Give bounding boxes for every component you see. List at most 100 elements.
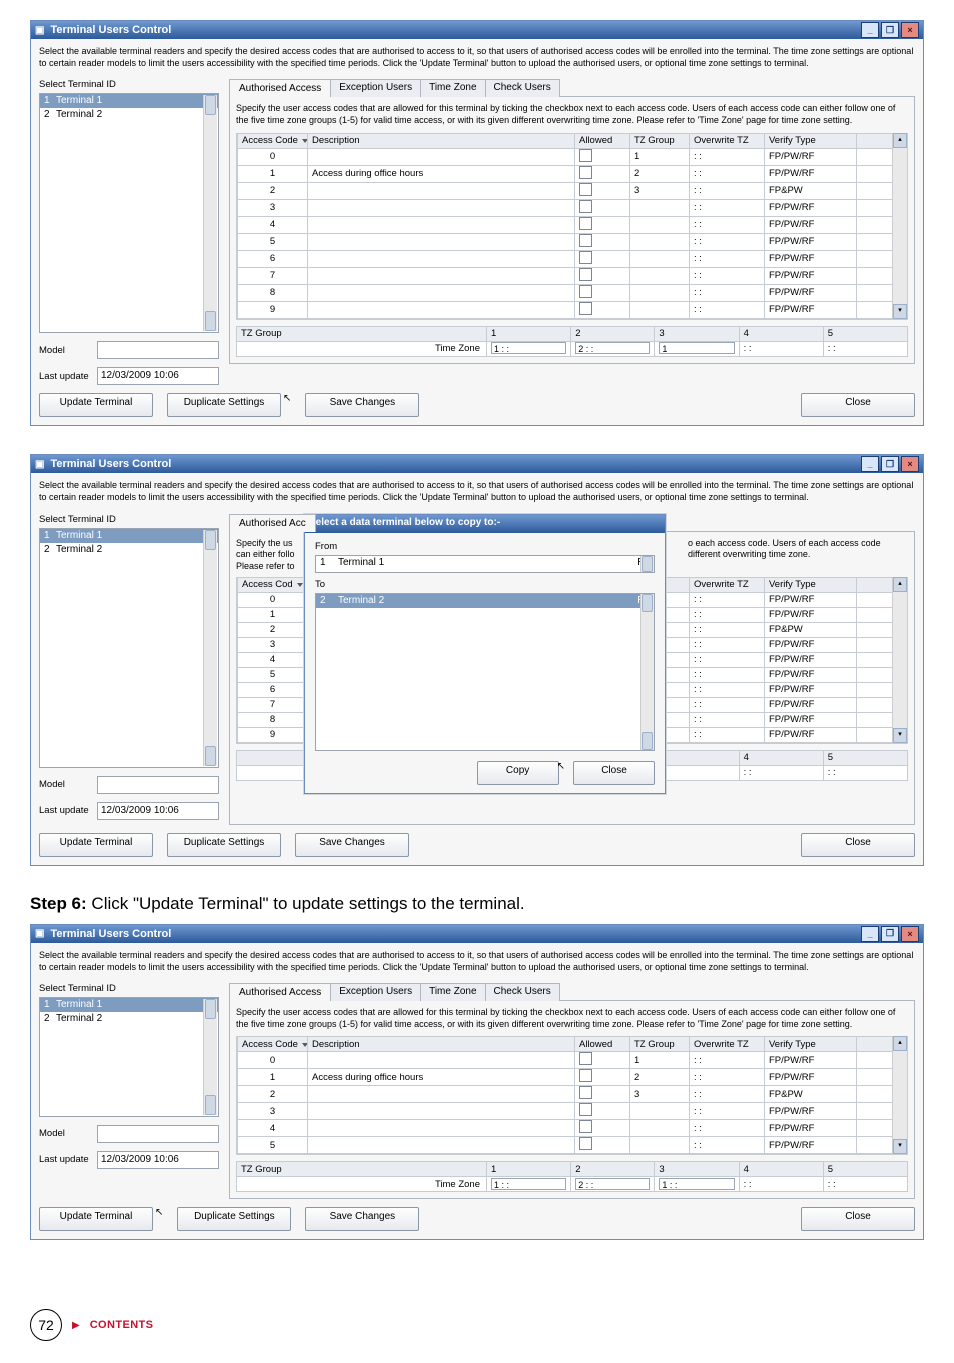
save-changes-button[interactable]: Save Changes: [305, 1207, 419, 1231]
tab-check-users[interactable]: Check Users: [485, 983, 560, 1001]
allowed-checkbox[interactable]: [579, 1086, 592, 1099]
table-row[interactable]: 7 : : FP/PW/RF: [238, 267, 907, 284]
allowed-checkbox[interactable]: [579, 1069, 592, 1082]
close-window-button[interactable]: ×: [901, 22, 919, 38]
table-row[interactable]: 3 : : FP/PW/RF: [238, 199, 907, 216]
table-row[interactable]: 0 1 : : FP/PW/RF: [238, 148, 907, 165]
close-window-button[interactable]: ×: [901, 456, 919, 472]
col-description[interactable]: Description: [308, 133, 575, 148]
allowed-checkbox[interactable]: [579, 234, 592, 247]
col-tz-group[interactable]: TZ Group: [630, 133, 690, 148]
col-allowed[interactable]: Allowed: [575, 1037, 630, 1052]
allowed-checkbox[interactable]: [579, 166, 592, 179]
col-access-code[interactable]: Access Code: [238, 1037, 308, 1052]
table-row[interactable]: 0 1 : : FP/PW/RF: [238, 1052, 907, 1069]
list-item[interactable]: 1 Terminal 1 R2: [316, 556, 654, 570]
close-window-button[interactable]: ×: [901, 926, 919, 942]
terminal-list-item[interactable]: 2 Terminal 2: [40, 543, 218, 557]
listbox-scrollbar[interactable]: [203, 999, 217, 1115]
maximize-button[interactable]: ❐: [881, 456, 899, 472]
terminal-list-item[interactable]: 1 Terminal 1: [40, 529, 218, 543]
terminal-listbox[interactable]: 1 Terminal 1 2 Terminal 2: [39, 93, 219, 333]
allowed-checkbox[interactable]: [579, 149, 592, 162]
tab-exception-users[interactable]: Exception Users: [330, 79, 421, 97]
copy-button[interactable]: Copy: [477, 761, 559, 785]
table-row[interactable]: 5 : : FP/PW/RF: [238, 1137, 907, 1154]
minimize-button[interactable]: _: [861, 926, 879, 942]
listbox-scrollbar[interactable]: [203, 530, 217, 766]
duplicate-settings-button[interactable]: Duplicate Settings: [167, 393, 281, 417]
tab-time-zone[interactable]: Time Zone: [420, 983, 485, 1001]
terminal-list-item[interactable]: 1 Terminal 1: [40, 94, 218, 108]
listbox-scrollbar[interactable]: [203, 95, 217, 331]
contents-link[interactable]: CONTENTS: [90, 1319, 154, 1331]
tab-authorised-access[interactable]: Authorised Acc: [229, 514, 316, 532]
col-access-code[interactable]: Access Cod: [238, 577, 308, 592]
tz-input-2[interactable]: 2 : :: [575, 342, 650, 354]
table-row[interactable]: 2 3 : : FP&PW: [238, 1086, 907, 1103]
col-verify-type[interactable]: Verify Type: [765, 1037, 857, 1052]
allowed-checkbox[interactable]: [579, 268, 592, 281]
allowed-checkbox[interactable]: [579, 1103, 592, 1116]
col-description[interactable]: Description: [308, 1037, 575, 1052]
allowed-checkbox[interactable]: [579, 183, 592, 196]
tz-input-2[interactable]: 2 : :: [575, 1178, 650, 1190]
allowed-checkbox[interactable]: [579, 200, 592, 213]
col-overwrite-tz[interactable]: Overwrite TZ: [690, 1037, 765, 1052]
table-row[interactable]: 2 3 : : FP&PW: [238, 182, 907, 199]
grid-scrollbar[interactable]: ▴▾: [892, 577, 907, 743]
col-overwrite-tz[interactable]: Overwrite TZ: [690, 133, 765, 148]
allowed-checkbox[interactable]: [579, 1137, 592, 1150]
model-field[interactable]: [97, 1125, 219, 1143]
model-field[interactable]: [97, 341, 219, 359]
terminal-listbox[interactable]: 1 Terminal 1 2 Terminal 2: [39, 997, 219, 1117]
table-row[interactable]: 9 : : FP/PW/RF: [238, 301, 907, 318]
allowed-checkbox[interactable]: [579, 217, 592, 230]
tz-input-3[interactable]: 1: [659, 342, 734, 354]
terminal-list-item[interactable]: 2 Terminal 2: [40, 1012, 218, 1026]
col-overwrite-tz[interactable]: Overwrite TZ: [690, 577, 765, 592]
to-listbox[interactable]: 2 Terminal 2 R2: [315, 593, 655, 751]
allowed-checkbox[interactable]: [579, 1120, 592, 1133]
duplicate-settings-button[interactable]: Duplicate Settings: [167, 833, 281, 857]
table-row[interactable]: 5 : : FP/PW/RF: [238, 233, 907, 250]
allowed-checkbox[interactable]: [579, 302, 592, 315]
minimize-button[interactable]: _: [861, 456, 879, 472]
tab-check-users[interactable]: Check Users: [485, 79, 560, 97]
minimize-button[interactable]: _: [861, 22, 879, 38]
update-terminal-button[interactable]: Update Terminal: [39, 1207, 153, 1231]
terminal-list-item[interactable]: 1 Terminal 1: [40, 998, 218, 1012]
tz-input-3[interactable]: 1 : :: [659, 1178, 734, 1190]
save-changes-button[interactable]: Save Changes: [295, 833, 409, 857]
tab-exception-users[interactable]: Exception Users: [330, 983, 421, 1001]
col-allowed[interactable]: Allowed: [575, 133, 630, 148]
close-button[interactable]: Close: [801, 393, 915, 417]
table-row[interactable]: 8 : : FP/PW/RF: [238, 284, 907, 301]
grid-scrollbar[interactable]: ▴▾: [892, 133, 907, 319]
table-row[interactable]: 1 Access during office hours 2 : : FP/PW…: [238, 165, 907, 182]
duplicate-settings-button[interactable]: Duplicate Settings: [177, 1207, 291, 1231]
allowed-checkbox[interactable]: [579, 285, 592, 298]
close-button[interactable]: Close: [801, 1207, 915, 1231]
table-row[interactable]: 3 : : FP/PW/RF: [238, 1103, 907, 1120]
table-row[interactable]: 4 : : FP/PW/RF: [238, 216, 907, 233]
scrollbar[interactable]: [640, 556, 654, 572]
modal-close-button[interactable]: Close: [573, 761, 655, 785]
grid-scrollbar[interactable]: ▴▾: [892, 1036, 907, 1154]
save-changes-button[interactable]: Save Changes: [305, 393, 419, 417]
col-tz-group[interactable]: TZ Group: [630, 1037, 690, 1052]
tz-input-1[interactable]: 1 : :: [491, 342, 566, 354]
col-access-code[interactable]: Access Code: [238, 133, 308, 148]
allowed-checkbox[interactable]: [579, 251, 592, 264]
update-terminal-button[interactable]: Update Terminal: [39, 833, 153, 857]
scrollbar[interactable]: [640, 594, 654, 750]
list-item[interactable]: 2 Terminal 2 R2: [316, 594, 654, 608]
table-row[interactable]: 4 : : FP/PW/RF: [238, 1120, 907, 1137]
tab-authorised-access[interactable]: Authorised Access: [229, 79, 331, 97]
allowed-checkbox[interactable]: [579, 1052, 592, 1065]
terminal-listbox[interactable]: 1 Terminal 1 2 Terminal 2: [39, 528, 219, 768]
terminal-list-item[interactable]: 2 Terminal 2: [40, 108, 218, 122]
from-listbox[interactable]: 1 Terminal 1 R2: [315, 555, 655, 573]
col-verify-type[interactable]: Verify Type: [765, 577, 857, 592]
tab-authorised-access[interactable]: Authorised Access: [229, 983, 331, 1001]
